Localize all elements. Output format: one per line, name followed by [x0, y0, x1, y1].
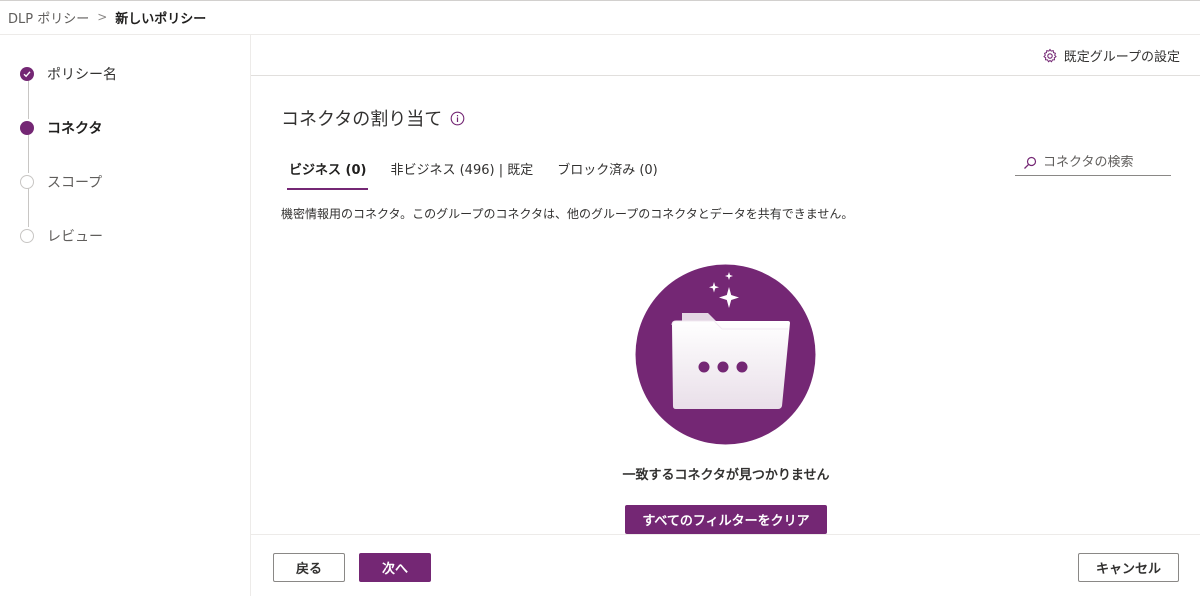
step-label: レビュー [47, 229, 103, 245]
step-label: スコープ [47, 175, 103, 191]
pending-step-dot-icon [20, 175, 34, 189]
gear-icon [1042, 48, 1058, 64]
step-policy-name[interactable]: ポリシー名 [20, 64, 117, 84]
tab-non-business[interactable]: 非ビジネス (496) | 既定 [382, 155, 541, 190]
connector-search-input[interactable] [1043, 155, 1163, 170]
command-bar: 既定グループの設定 [251, 35, 1200, 76]
default-group-settings-label: 既定グループの設定 [1063, 50, 1180, 65]
connector-tabs: ビジネス (0) 非ビジネス (496) | 既定 ブロック済み (0) [281, 155, 674, 190]
breadcrumb-link-dlp-policies[interactable]: DLP ポリシー [8, 8, 89, 27]
chevron-right-icon: > [97, 10, 108, 24]
step-review[interactable]: レビュー [20, 226, 103, 246]
default-group-settings-button[interactable]: 既定グループの設定 [1042, 46, 1180, 65]
check-icon [20, 67, 34, 81]
step-label: コネクタ [47, 121, 103, 137]
empty-state-message: 一致するコネクタが見つかりません [622, 468, 830, 483]
step-connector-line [28, 133, 29, 173]
wizard-steps: ポリシー名 コネクタ スコープ レビュー [0, 35, 251, 596]
pending-step-dot-icon [20, 229, 34, 243]
step-connector-line [28, 79, 29, 119]
footer-bar: 戻る 次へ キャンセル [251, 534, 1200, 597]
group-description: 機密情報用のコネクタ。このグループのコネクタは、他のグループのコネクタとデータを… [281, 207, 854, 221]
breadcrumb-current: 新しいポリシー [115, 11, 207, 27]
breadcrumb: DLP ポリシー > 新しいポリシー [0, 0, 1200, 35]
page-title-text: コネクタの割り当て [281, 109, 443, 130]
step-label: ポリシー名 [47, 67, 117, 83]
step-connector-line [28, 187, 29, 227]
page-title: コネクタの割り当て [281, 105, 465, 131]
step-scope[interactable]: スコープ [20, 172, 102, 192]
current-step-dot-icon [20, 121, 34, 135]
next-button[interactable]: 次へ [359, 553, 431, 582]
back-button[interactable]: 戻る [273, 553, 345, 582]
empty-folder-illustration [634, 263, 817, 446]
search-icon [1023, 156, 1037, 170]
tab-business[interactable]: ビジネス (0) [281, 155, 374, 190]
step-connectors[interactable]: コネクタ [20, 118, 102, 138]
info-icon[interactable] [450, 111, 465, 126]
tab-blocked[interactable]: ブロック済み (0) [549, 155, 666, 190]
cancel-button[interactable]: キャンセル [1078, 553, 1179, 582]
connector-search [1015, 150, 1171, 176]
clear-all-filters-button[interactable]: すべてのフィルターをクリア [625, 505, 827, 534]
